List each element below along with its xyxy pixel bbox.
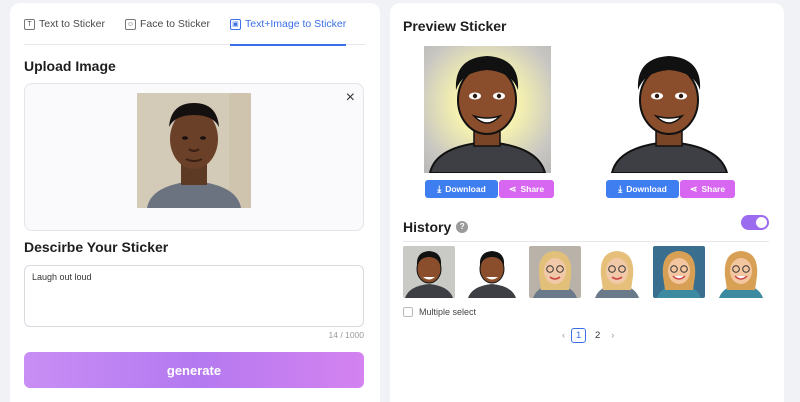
tab-label: Text to Sticker bbox=[39, 18, 105, 30]
chevron-left-icon[interactable]: ‹ bbox=[562, 330, 565, 341]
tab-text-image-to-sticker[interactable]: ▣ Text+Image to Sticker bbox=[229, 3, 347, 46]
face-icon: ☺ bbox=[124, 18, 136, 30]
chevron-right-icon[interactable]: › bbox=[611, 330, 614, 341]
share-icon: ⋖ bbox=[508, 183, 517, 194]
left-panel: T Text to Sticker ☺ Face to Sticker ▣ Te… bbox=[10, 3, 380, 402]
history-thumbnail-man[interactable] bbox=[466, 246, 518, 298]
description-input[interactable] bbox=[24, 265, 364, 327]
upload-title: Upload Image bbox=[24, 58, 116, 74]
page-1-button[interactable]: 1 bbox=[571, 328, 587, 343]
share-icon: ⋖ bbox=[689, 183, 698, 194]
tab-text-to-sticker[interactable]: T Text to Sticker bbox=[24, 3, 105, 45]
preview-actions-1: ⤓ Download ⋖ Share bbox=[425, 180, 554, 198]
page-2-button[interactable]: 2 bbox=[590, 328, 605, 343]
history-thumbnail-woman[interactable] bbox=[529, 246, 581, 298]
history-toggle[interactable] bbox=[741, 215, 769, 230]
close-icon[interactable]: × bbox=[346, 89, 355, 107]
describe-title: Descirbe Your Sticker bbox=[24, 239, 169, 255]
history-thumbnail-woman[interactable] bbox=[591, 246, 643, 298]
download-label: Download bbox=[445, 184, 486, 194]
upload-area[interactable]: × bbox=[24, 83, 364, 231]
download-icon: ⤓ bbox=[437, 183, 442, 194]
tab-label: Text+Image to Sticker bbox=[244, 18, 347, 30]
history-header: History ? bbox=[403, 212, 769, 242]
tab-face-to-sticker[interactable]: ☺ Face to Sticker bbox=[124, 3, 210, 45]
preview-sticker-1 bbox=[424, 46, 551, 173]
history-thumbnail-woman[interactable] bbox=[715, 246, 767, 298]
share-label: Share bbox=[520, 184, 545, 194]
mode-tabs: T Text to Sticker ☺ Face to Sticker ▣ Te… bbox=[24, 3, 366, 46]
download-label: Download bbox=[626, 184, 667, 194]
preview-title: Preview Sticker bbox=[403, 18, 507, 34]
share-button[interactable]: ⋖ Share bbox=[680, 180, 735, 198]
uploaded-photo bbox=[137, 93, 251, 208]
generate-button[interactable]: generate bbox=[24, 352, 364, 388]
multiple-select-label: Multiple select bbox=[419, 307, 477, 317]
download-icon: ⤓ bbox=[618, 183, 623, 194]
help-icon[interactable]: ? bbox=[456, 220, 469, 233]
preview-sticker-2 bbox=[606, 46, 733, 173]
image-icon: ▣ bbox=[229, 18, 241, 30]
text-icon: T bbox=[24, 18, 35, 30]
preview-actions-2: ⤓ Download ⋖ Share bbox=[606, 180, 735, 198]
tab-label: Face to Sticker bbox=[139, 18, 210, 30]
history-title: History bbox=[403, 218, 452, 235]
share-button[interactable]: ⋖ Share bbox=[499, 180, 554, 198]
multiple-select[interactable]: Multiple select bbox=[403, 307, 476, 317]
history-thumbnail-woman[interactable] bbox=[653, 246, 705, 298]
history-thumbnail-man[interactable] bbox=[403, 246, 455, 298]
pagination: ‹ 1 2 › bbox=[558, 328, 618, 343]
right-panel: Preview Sticker ⤓ Download ⋖ Share ⤓ Dow… bbox=[390, 3, 784, 402]
character-counter: 14 / 1000 bbox=[328, 330, 364, 340]
download-button[interactable]: ⤓ Download bbox=[606, 180, 679, 198]
multiple-select-checkbox[interactable] bbox=[403, 307, 413, 317]
download-button[interactable]: ⤓ Download bbox=[425, 180, 498, 198]
share-label: Share bbox=[701, 184, 726, 194]
